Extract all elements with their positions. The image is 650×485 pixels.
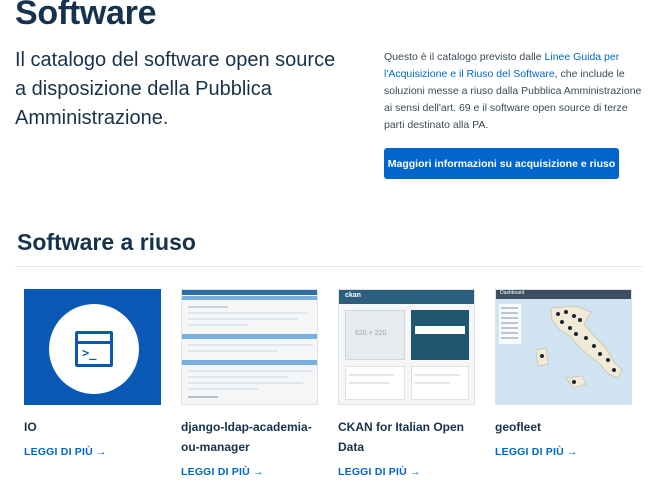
read-more-link[interactable]: LEGGI DI PIÙ →: [181, 466, 264, 478]
text-line: [188, 376, 288, 378]
search-panel: [411, 310, 469, 360]
placeholder-size-label: 620 × 220: [355, 330, 387, 337]
map-of-italy: [499, 304, 623, 389]
page-lead: Il catalogo del software open source a d…: [15, 49, 336, 129]
text-line: [188, 318, 298, 320]
text-line: [349, 374, 394, 376]
read-more-link[interactable]: LEGGI DI PIÙ →: [495, 446, 578, 458]
text-line: [349, 382, 389, 384]
text-line: [415, 382, 450, 384]
read-more-link[interactable]: LEGGI DI PIÙ →: [338, 466, 421, 478]
ckan-thumbnail[interactable]: ckan 620 × 220: [338, 289, 475, 405]
software-card-io[interactable]: >_ IO LEGGI DI PIÙ →: [24, 289, 161, 460]
text-line: [188, 388, 258, 390]
card-title[interactable]: CKAN for Italian Open Data: [338, 417, 475, 457]
io-thumbnail[interactable]: >_: [24, 289, 161, 405]
software-card-ckan[interactable]: ckan 620 × 220 CKAN for Italian Open Dat…: [338, 289, 475, 480]
terminal-prompt-icon: >_: [82, 346, 97, 360]
table-header: [182, 360, 317, 365]
text-line: [188, 396, 218, 398]
text-line: [188, 324, 248, 326]
section-title: Software a riuso: [17, 229, 196, 255]
table-header: [182, 334, 317, 339]
ckan-logo: ckan: [345, 292, 361, 299]
thumbnail-circle: >_: [49, 304, 139, 394]
text-line: [188, 344, 313, 346]
card-title[interactable]: geofleet: [495, 417, 632, 437]
text-line: [415, 374, 460, 376]
more-info-button[interactable]: Maggiori informazioni su acquisizione e …: [384, 148, 619, 179]
header-bar: [182, 290, 317, 295]
text-line: [188, 350, 278, 352]
text-line: [188, 306, 228, 308]
django-thumbnail[interactable]: [181, 289, 318, 405]
geofleet-thumbnail[interactable]: Dashboard: [495, 289, 632, 405]
section-divider: [15, 266, 642, 267]
software-card-django[interactable]: django-ldap-academia-ou-manager LEGGI DI…: [181, 289, 318, 480]
page-title: Software: [15, 0, 157, 32]
text-line: [188, 370, 313, 372]
read-more-link[interactable]: LEGGI DI PIÙ →: [24, 446, 107, 458]
text-line: [188, 382, 303, 384]
card-title[interactable]: IO: [24, 417, 161, 437]
subheader-bar: [182, 296, 317, 300]
info-text-before: Questo è il catalogo previsto dalle: [384, 51, 545, 63]
text-line: [188, 312, 308, 314]
software-card-geofleet[interactable]: Dashboard geofleet LEGGI DI PIÙ →: [495, 289, 632, 460]
card-title[interactable]: django-ldap-academia-ou-manager: [181, 417, 318, 457]
info-paragraph: Questo è il catalogo previsto dalle Line…: [384, 49, 646, 134]
search-field: [415, 326, 465, 334]
